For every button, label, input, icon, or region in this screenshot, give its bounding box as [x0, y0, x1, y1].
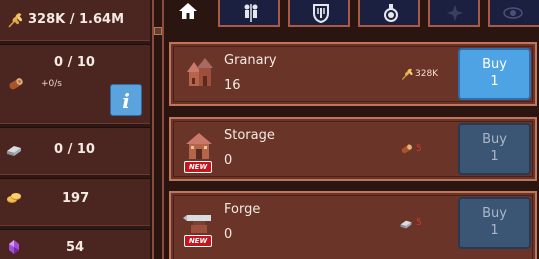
- shield-icon: [313, 4, 329, 24]
- panel-frame: [150, 0, 166, 259]
- buy-label: Buy: [482, 132, 507, 147]
- buy-quantity: 1: [490, 149, 499, 164]
- info-icon: i: [122, 89, 130, 113]
- building-name: Forge: [224, 202, 261, 217]
- resource-row-gold: 197: [0, 179, 150, 225]
- wood-rate: +0/s: [41, 79, 62, 89]
- resource-panel: 328K / 1.64M 0 / 10 +0/s i 0 / 10 197 54: [0, 0, 150, 259]
- wood-log-icon: [401, 144, 412, 154]
- workers-icon: [244, 4, 258, 22]
- frame-bolt: [154, 27, 162, 35]
- building-count: 16: [224, 78, 241, 93]
- buy-quantity: 1: [490, 223, 499, 238]
- star-icon: [447, 5, 463, 21]
- resource-row-wheat: 328K / 1.64M: [0, 0, 150, 40]
- iron-ingot-icon: [7, 146, 21, 156]
- tab-home[interactable]: [166, 0, 206, 27]
- gold-coins-icon: [7, 193, 21, 203]
- building-count: 0: [224, 227, 233, 242]
- buy-button-forge[interactable]: Buy 1: [458, 197, 531, 249]
- buy-label: Buy: [482, 206, 507, 221]
- iron-ingot-icon: [400, 220, 412, 229]
- home-icon: [179, 3, 197, 19]
- tab-bar: [166, 0, 539, 30]
- building-name: Storage: [224, 128, 275, 143]
- tab-workers[interactable]: [218, 0, 280, 27]
- buy-button-granary[interactable]: Buy 1: [458, 48, 531, 100]
- granary-icon: [187, 58, 213, 86]
- new-badge: NEW: [184, 161, 212, 173]
- wood-value: 0 / 10: [54, 55, 95, 70]
- wheat-value: 328K / 1.64M: [28, 12, 125, 27]
- building-cost: 5: [416, 218, 422, 228]
- tab-defense[interactable]: [288, 0, 350, 27]
- iron-value: 0 / 10: [54, 142, 95, 157]
- game-screen: 328K / 1.64M 0 / 10 +0/s i 0 / 10 197 54…: [0, 0, 539, 259]
- buy-button-storage[interactable]: Buy 1: [458, 123, 531, 175]
- flask-icon: [384, 4, 398, 22]
- tab-magic[interactable]: [428, 0, 480, 27]
- building-count: 0: [224, 153, 233, 168]
- wheat-icon: [401, 68, 413, 80]
- wheat-icon: [8, 13, 23, 28]
- resource-row-iron: 0 / 10: [0, 128, 150, 174]
- purple-gem-icon: [9, 240, 19, 254]
- new-badge: NEW: [184, 235, 212, 247]
- gem-value: 54: [66, 240, 85, 255]
- building-card-forge[interactable]: NEW Forge 0 5 Buy 1: [169, 191, 537, 259]
- wood-log-icon: [9, 78, 23, 90]
- eye-icon: [503, 7, 523, 19]
- building-cost: 5: [416, 144, 422, 154]
- building-card-granary[interactable]: Granary 16 328K Buy 1: [169, 42, 537, 106]
- buy-label: Buy: [482, 57, 507, 72]
- building-name: Granary: [224, 53, 277, 68]
- tab-vision[interactable]: [488, 0, 539, 27]
- gold-value: 197: [62, 191, 90, 206]
- building-cost: 328K: [415, 69, 439, 79]
- resource-row-gem: 54: [0, 230, 150, 259]
- building-card-storage[interactable]: NEW Storage 0 5 Buy 1: [169, 117, 537, 181]
- buy-quantity: 1: [490, 74, 499, 89]
- info-button[interactable]: i: [110, 84, 142, 116]
- tab-research[interactable]: [358, 0, 420, 27]
